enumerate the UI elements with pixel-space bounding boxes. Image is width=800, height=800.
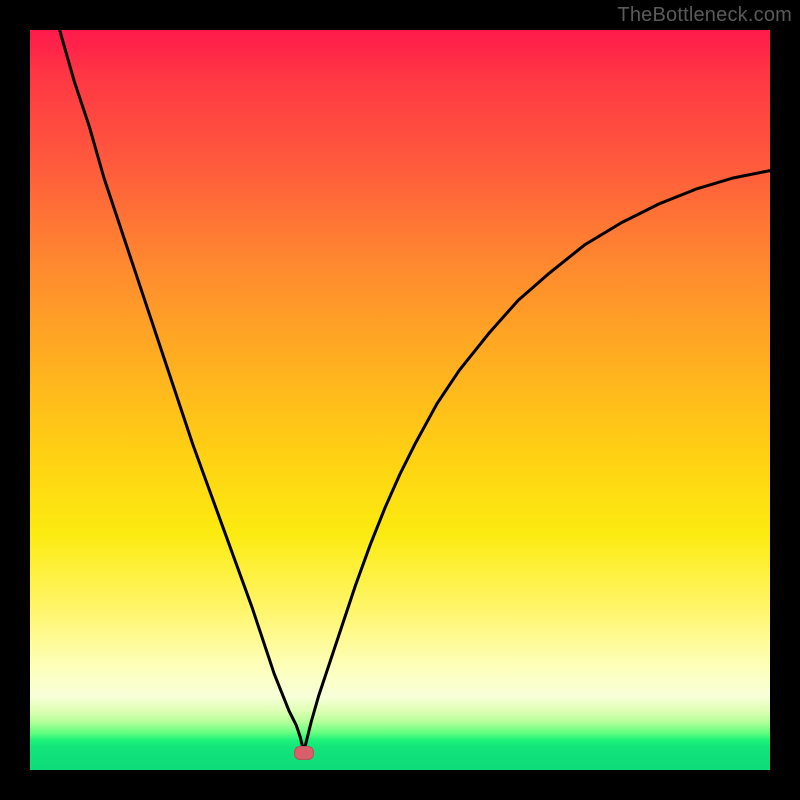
bottleneck-curve xyxy=(30,30,770,770)
watermark-text: TheBottleneck.com xyxy=(617,4,792,27)
chart-frame: TheBottleneck.com xyxy=(0,0,800,800)
bottleneck-marker xyxy=(294,746,314,760)
plot-area xyxy=(30,30,770,770)
